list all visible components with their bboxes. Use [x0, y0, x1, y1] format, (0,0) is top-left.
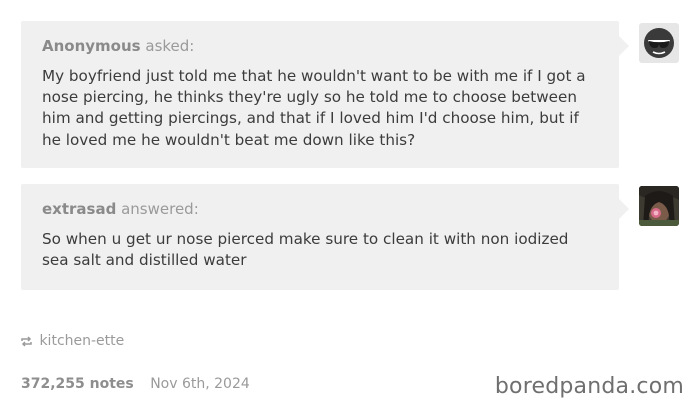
- question-text: My boyfriend just told me that he wouldn…: [42, 67, 586, 149]
- post-meta: 372,255 notes Nov 6th, 2024: [21, 375, 250, 393]
- reblog-source[interactable]: kitchen-ette: [20, 332, 124, 353]
- answered-label: answered:: [121, 200, 199, 218]
- anonymous-sunglasses-icon: [644, 28, 674, 58]
- answerer-avatar[interactable]: [639, 186, 679, 226]
- question-header: Anonymous asked:: [42, 36, 598, 56]
- answer-header: extrasad answered:: [42, 199, 598, 219]
- post-date: Nov 6th, 2024: [150, 376, 250, 392]
- answer-bubble: extrasad answered: So when u get ur nose…: [21, 184, 629, 290]
- answer-text: So when u get ur nose pierced make sure …: [42, 230, 569, 270]
- watermark: boredpanda.com: [494, 374, 684, 399]
- profile-photo: [639, 186, 679, 226]
- answerer-name[interactable]: extrasad: [42, 200, 116, 218]
- question-bubble: Anonymous asked: My boyfriend just told …: [21, 21, 629, 168]
- asker-name[interactable]: Anonymous: [42, 37, 141, 55]
- reblog-blog-name[interactable]: kitchen-ette: [39, 333, 124, 349]
- notes-count[interactable]: 372,255 notes: [21, 376, 134, 392]
- reblog-icon: [20, 335, 33, 353]
- bubble-tail: [619, 36, 629, 56]
- anonymous-avatar[interactable]: [639, 23, 679, 63]
- asked-label: asked:: [145, 37, 195, 55]
- bubble-tail: [619, 199, 629, 219]
